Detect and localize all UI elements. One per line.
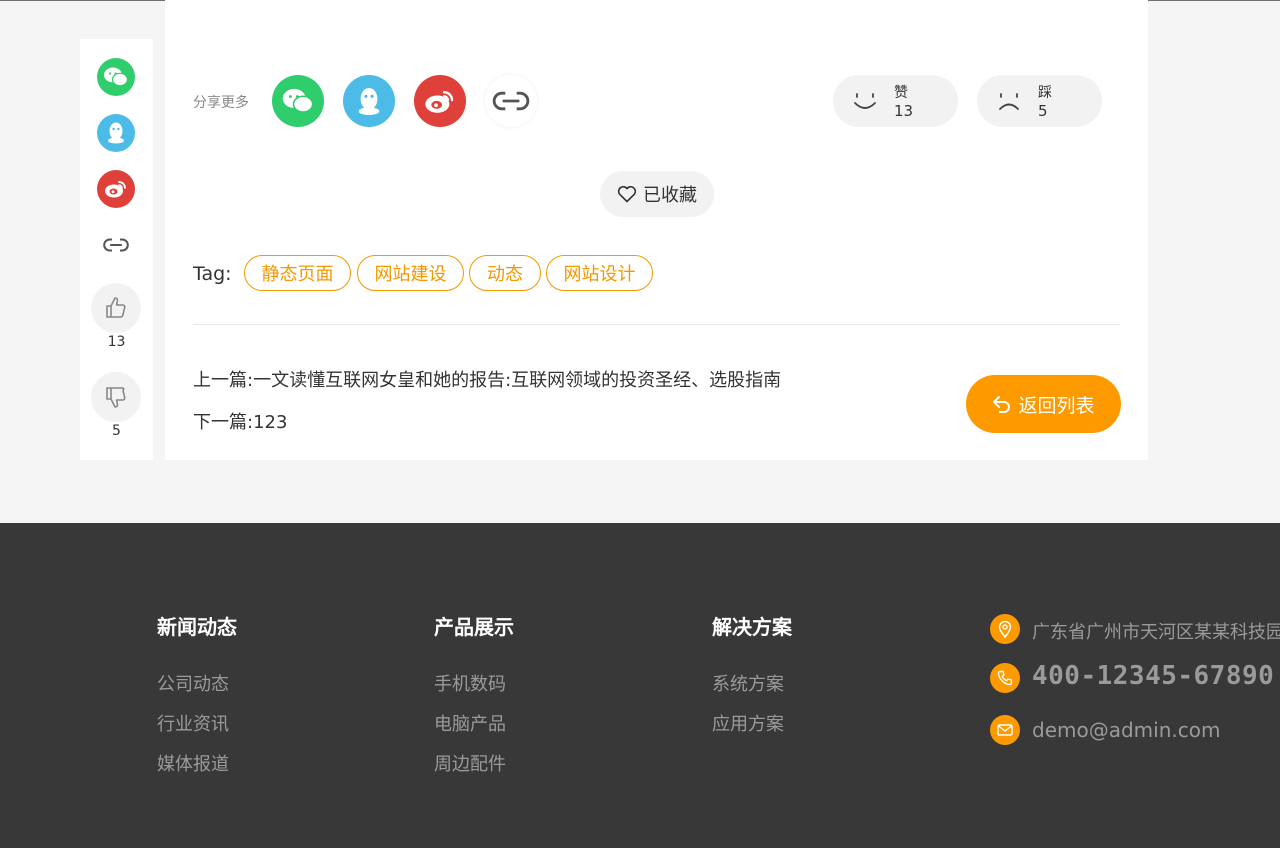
dislike-button[interactable]: 踩 5 [977,75,1102,127]
footer-col-title-products: 产品展示 [434,615,514,639]
footer-link[interactable]: 周边配件 [434,750,506,776]
contact-email: demo@admin.com [1032,718,1221,742]
dislike-label: 踩 [1038,85,1052,101]
like-label: 赞 [894,85,908,101]
footer-link[interactable]: 公司动态 [157,670,229,696]
dislike-count: 5 [1038,102,1048,120]
share-link-icon[interactable] [485,75,537,127]
share-qq-icon[interactable] [343,75,395,127]
favorite-label: 已收藏 [643,185,697,206]
like-button[interactable]: 赞 13 [833,75,958,127]
contact-address: 广东省广州市天河区某某科技园 [1032,622,1280,643]
email-icon [990,715,1020,745]
side-weibo-icon[interactable] [97,170,135,208]
location-icon [990,614,1020,644]
side-dislike-count: 5 [112,423,121,439]
footer-link[interactable]: 应用方案 [712,710,784,736]
tag-label: Tag: [193,263,232,285]
floating-share-bar: 13 5 [80,39,153,460]
contact-phone: 400-12345-67890 [1032,661,1275,691]
tag-item[interactable]: 静态页面 [244,255,351,291]
frown-icon [999,93,1019,110]
side-wechat-icon[interactable] [97,58,135,96]
share-wechat-icon[interactable] [272,75,324,127]
footer-link[interactable]: 电脑产品 [434,710,506,736]
prev-article-link[interactable]: 上一篇:一文读懂互联网女皇和她的报告:互联网领域的投资圣经、选股指南 [193,366,781,392]
footer-col-title-news: 新闻动态 [157,615,237,639]
tag-item[interactable]: 网站设计 [546,255,653,291]
divider [193,324,1120,325]
like-count: 13 [894,102,914,120]
side-dislike-button[interactable] [91,372,141,422]
return-arrow-icon [993,396,1011,413]
footer-link[interactable]: 媒体报道 [157,750,229,776]
thumbs-up-icon [106,297,126,318]
back-to-list-label: 返回列表 [1018,394,1095,417]
back-to-list-button[interactable]: 返回列表 [966,375,1121,433]
share-weibo-icon[interactable] [414,75,466,127]
article-actions-card: 分享更多 赞 13 踩 5 已收藏 Tag: 静态页面 网站建设 动态 网站设计… [165,0,1148,460]
tag-item[interactable]: 网站建设 [357,255,464,291]
site-footer: 新闻动态 公司动态 行业资讯 媒体报道 产品展示 手机数码 电脑产品 周边配件 … [0,523,1280,848]
footer-link[interactable]: 手机数码 [434,670,506,696]
heart-icon [617,185,637,203]
smile-icon [854,93,876,109]
side-qq-icon[interactable] [97,114,135,152]
side-link-icon[interactable] [97,226,135,264]
favorite-button[interactable]: 已收藏 [600,171,714,217]
side-like-button[interactable] [91,283,141,333]
share-label: 分享更多 [193,95,249,111]
next-article-link[interactable]: 下一篇:123 [193,408,287,434]
footer-link[interactable]: 系统方案 [712,670,784,696]
phone-icon [990,663,1020,693]
side-like-count: 13 [107,334,126,350]
footer-col-title-solutions: 解决方案 [712,615,792,639]
footer-link[interactable]: 行业资讯 [157,710,229,736]
thumbs-down-icon [106,387,126,408]
tag-item[interactable]: 动态 [469,255,541,291]
